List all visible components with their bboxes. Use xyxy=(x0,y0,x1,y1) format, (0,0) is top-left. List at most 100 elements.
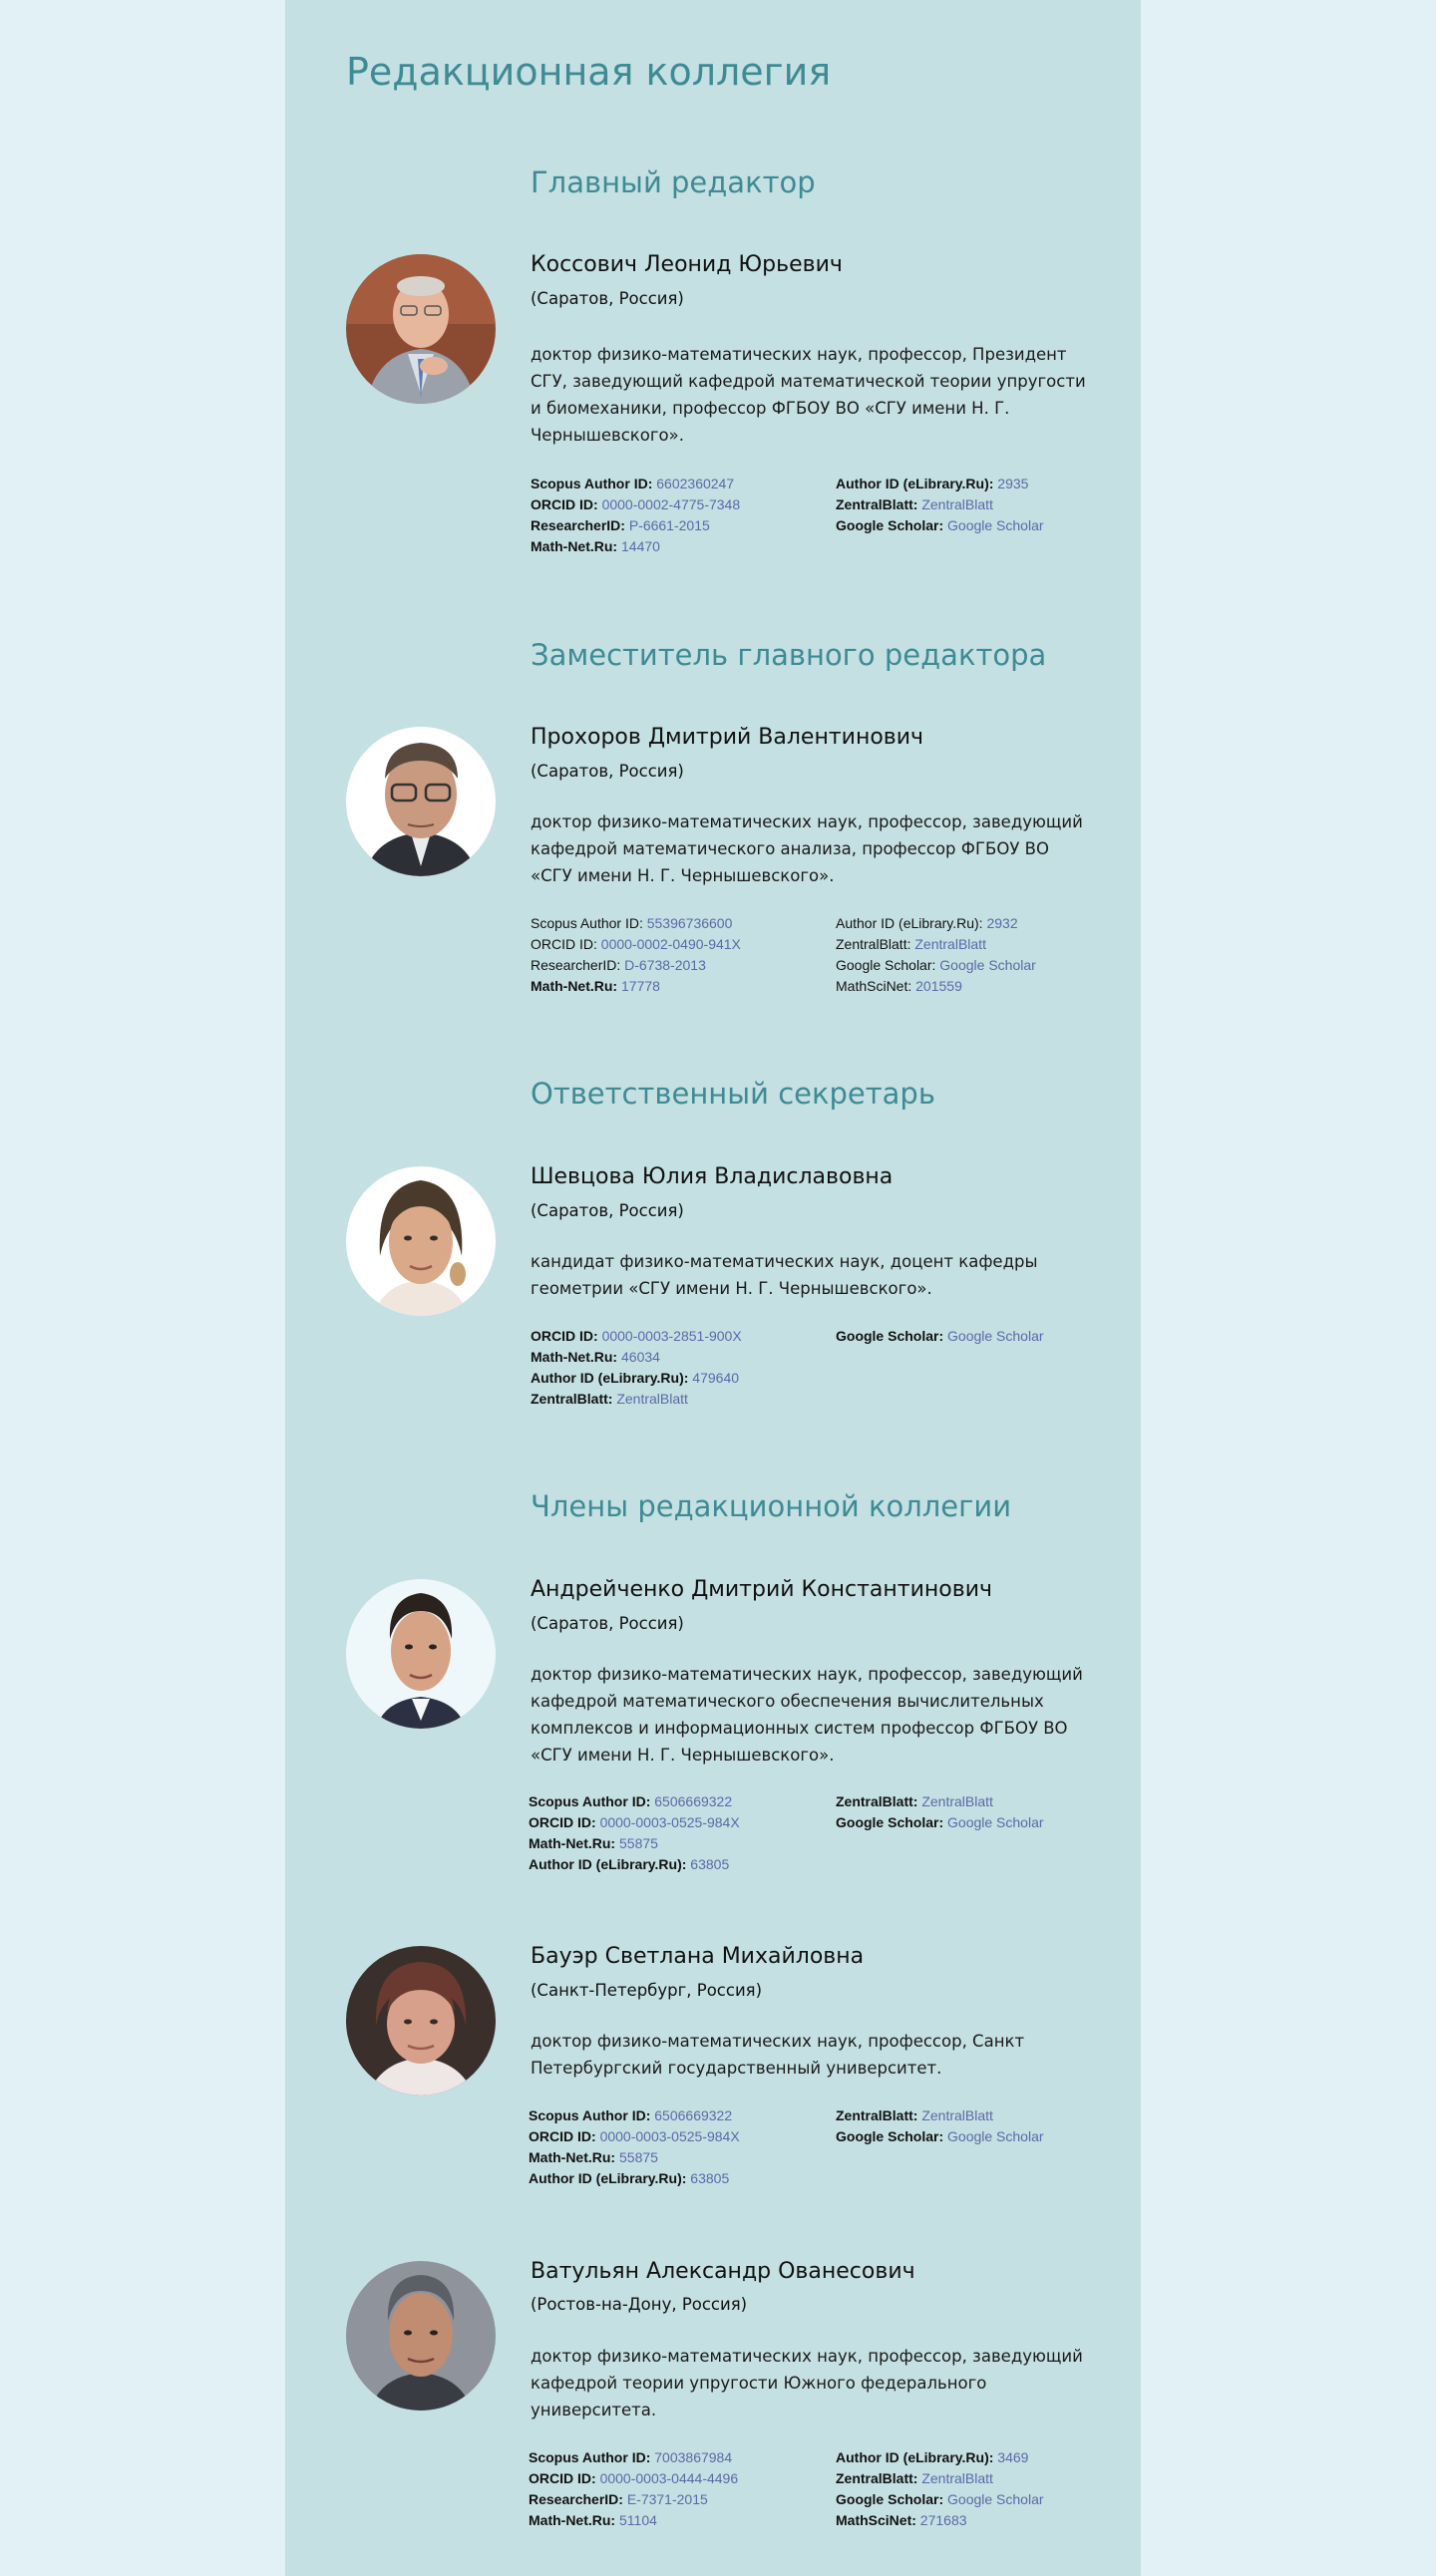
google-scholar-link[interactable]: Google Scholar xyxy=(939,957,1036,973)
id-label: Math-Net.Ru: xyxy=(531,1349,618,1365)
zentralblatt-link[interactable]: ZentralBlatt xyxy=(921,1793,993,1809)
person-description: доктор физико-математических наук, профе… xyxy=(531,812,1083,885)
id-label: MathSciNet: xyxy=(836,978,912,994)
id-label: Author ID (eLibrary.Ru): xyxy=(531,1370,689,1386)
avatar-kossovich xyxy=(346,254,496,404)
id-label: ORCID ID: xyxy=(531,1328,598,1344)
elibrary-link[interactable]: 2932 xyxy=(986,915,1017,931)
id-label: ResearcherID: xyxy=(529,2491,623,2507)
id-label: Scopus Author ID: xyxy=(529,2449,651,2465)
researcherid-link[interactable]: E-7371-2015 xyxy=(627,2491,708,2507)
mathnet-link[interactable]: 14470 xyxy=(621,538,660,554)
google-scholar-link[interactable]: Google Scholar xyxy=(947,517,1044,533)
id-label: Author ID (eLibrary.Ru): xyxy=(836,915,983,931)
section-title-chief-editor: Главный редактор xyxy=(531,165,816,199)
person-description: доктор физико-математических наук, профе… xyxy=(531,2032,1025,2078)
mathnet-link[interactable]: 55875 xyxy=(619,2149,658,2165)
id-label: Math-Net.Ru: xyxy=(531,538,618,554)
person-location: (Саратов, Россия) xyxy=(531,289,684,308)
elibrary-link[interactable]: 63805 xyxy=(690,1856,729,1872)
scopus-link[interactable]: 6506669322 xyxy=(654,2107,732,2123)
id-label: Google Scholar: xyxy=(836,1814,944,1830)
id-label: ResearcherID: xyxy=(531,517,625,533)
elibrary-link[interactable]: 479640 xyxy=(692,1370,739,1386)
id-label: Author ID (eLibrary.Ru): xyxy=(529,1856,687,1872)
id-label: ResearcherID: xyxy=(531,957,621,973)
person-description: доктор физико-математических наук, профе… xyxy=(531,2347,1083,2419)
avatar-shevtsova xyxy=(346,1166,496,1316)
mathnet-link[interactable]: 55875 xyxy=(619,1835,658,1851)
id-label: ORCID ID: xyxy=(529,2128,600,2144)
ids-left-column: Scopus Author ID: 55396736600 ORCID ID: … xyxy=(531,913,741,997)
scopus-link[interactable]: 7003867984 xyxy=(654,2449,732,2465)
zentralblatt-link[interactable]: ZentralBlatt xyxy=(921,2470,993,2486)
zentralblatt-link[interactable]: ZentralBlatt xyxy=(616,1391,688,1407)
orcid-link[interactable]: 0000-0003-0444-4496 xyxy=(600,2470,739,2486)
elibrary-link[interactable]: 2935 xyxy=(997,476,1028,491)
ids-right-column: ZentralBlatt: ZentralBlatt Google Schola… xyxy=(836,1791,1044,1833)
google-scholar-link[interactable]: Google Scholar xyxy=(947,1814,1044,1830)
id-label: ORCID ID: xyxy=(529,2470,596,2486)
person-name: Андрейченко Дмитрий Константинович xyxy=(531,1577,993,1602)
id-label: MathSciNet: xyxy=(836,2512,916,2528)
id-label: ZentralBlatt: xyxy=(836,2107,918,2123)
orcid-link[interactable]: 0000-0002-0490-941X xyxy=(601,936,741,952)
orcid-link[interactable]: 0000-0003-0525-984X xyxy=(600,1814,740,1830)
person-location: (Санкт-Петербург, Россия) xyxy=(531,1981,763,2000)
orcid-link[interactable]: 0000-0003-0525-984X xyxy=(600,2128,740,2144)
ids-right-column: Author ID (eLibrary.Ru): 2932 ZentralBla… xyxy=(836,913,1036,997)
elibrary-link[interactable]: 3469 xyxy=(997,2449,1028,2465)
id-label: ZentralBlatt: xyxy=(836,2470,918,2486)
mathnet-link[interactable]: 51104 xyxy=(619,2512,657,2528)
id-label: Scopus Author ID: xyxy=(529,2107,651,2123)
id-label: Scopus Author ID: xyxy=(531,915,643,931)
person-location: (Саратов, Россия) xyxy=(531,1201,684,1220)
id-label: Scopus Author ID: xyxy=(531,476,653,491)
zentralblatt-link[interactable]: ZentralBlatt xyxy=(914,936,986,952)
researcherid-link[interactable]: P-6661-2015 xyxy=(629,517,710,533)
ids-right-column: Author ID (eLibrary.Ru): 3469 ZentralBla… xyxy=(836,2447,1044,2531)
orcid-link[interactable]: 0000-0002-4775-7348 xyxy=(602,496,741,512)
id-label: Google Scholar: xyxy=(836,517,944,533)
ids-left-column: Scopus Author ID: 6506669322 ORCID ID: 0… xyxy=(529,1791,740,1875)
google-scholar-link[interactable]: Google Scholar xyxy=(947,2491,1044,2507)
scopus-link[interactable]: 6602360247 xyxy=(656,476,734,491)
ids-left-column: Scopus Author ID: 6506669322 ORCID ID: 0… xyxy=(529,2105,740,2189)
id-label: Scopus Author ID: xyxy=(529,1793,651,1809)
person-name: Прохоров Дмитрий Валентинович xyxy=(531,725,924,750)
avatar-bauer xyxy=(346,1946,496,2095)
mathscinet-link[interactable]: 271683 xyxy=(920,2512,967,2528)
person-description: доктор физико-математических наук, профе… xyxy=(531,345,1086,445)
zentralblatt-link[interactable]: ZentralBlatt xyxy=(921,2107,993,2123)
researcherid-link[interactable]: D-6738-2013 xyxy=(624,957,706,973)
id-label: ZentralBlatt: xyxy=(836,496,918,512)
id-label: Math-Net.Ru: xyxy=(531,978,618,994)
ids-left-column: Scopus Author ID: 6602360247 ORCID ID: 0… xyxy=(531,474,740,557)
orcid-link[interactable]: 0000-0003-2851-900X xyxy=(602,1328,742,1344)
mathscinet-link[interactable]: 201559 xyxy=(915,978,962,994)
person-description: кандидат физико-математических наук, доц… xyxy=(531,1252,1038,1298)
person-name: Ватульян Александр Ованесович xyxy=(531,2259,915,2284)
scopus-link[interactable]: 6506669322 xyxy=(654,1793,732,1809)
id-label: Google Scholar: xyxy=(836,2491,944,2507)
mathnet-link[interactable]: 17778 xyxy=(621,978,660,994)
zentralblatt-link[interactable]: ZentralBlatt xyxy=(921,496,993,512)
google-scholar-link[interactable]: Google Scholar xyxy=(947,2128,1044,2144)
person-name: Коссович Леонид Юрьевич xyxy=(531,252,843,277)
google-scholar-link[interactable]: Google Scholar xyxy=(947,1328,1044,1344)
id-label: ZentralBlatt: xyxy=(531,1391,613,1407)
person-location: (Ростов-на-Дону, Россия) xyxy=(531,2295,748,2314)
id-label: Google Scholar: xyxy=(836,957,936,973)
person-description: доктор физико-математических наук, профе… xyxy=(531,1665,1083,1765)
id-label: ZentralBlatt: xyxy=(836,936,911,952)
person-name: Шевцова Юлия Владиславовна xyxy=(531,1164,894,1189)
id-label: ORCID ID: xyxy=(531,936,597,952)
id-label: ORCID ID: xyxy=(529,1814,600,1830)
scopus-link[interactable]: 55396736600 xyxy=(647,915,733,931)
id-label: Author ID (eLibrary.Ru): xyxy=(836,2449,994,2465)
mathnet-link[interactable]: 46034 xyxy=(621,1349,660,1365)
ids-right-column: Author ID (eLibrary.Ru): 2935 ZentralBla… xyxy=(836,474,1044,536)
id-label: Google Scholar: xyxy=(836,1328,944,1344)
id-label: ZentralBlatt: xyxy=(836,1793,918,1809)
elibrary-link[interactable]: 63805 xyxy=(690,2170,729,2186)
